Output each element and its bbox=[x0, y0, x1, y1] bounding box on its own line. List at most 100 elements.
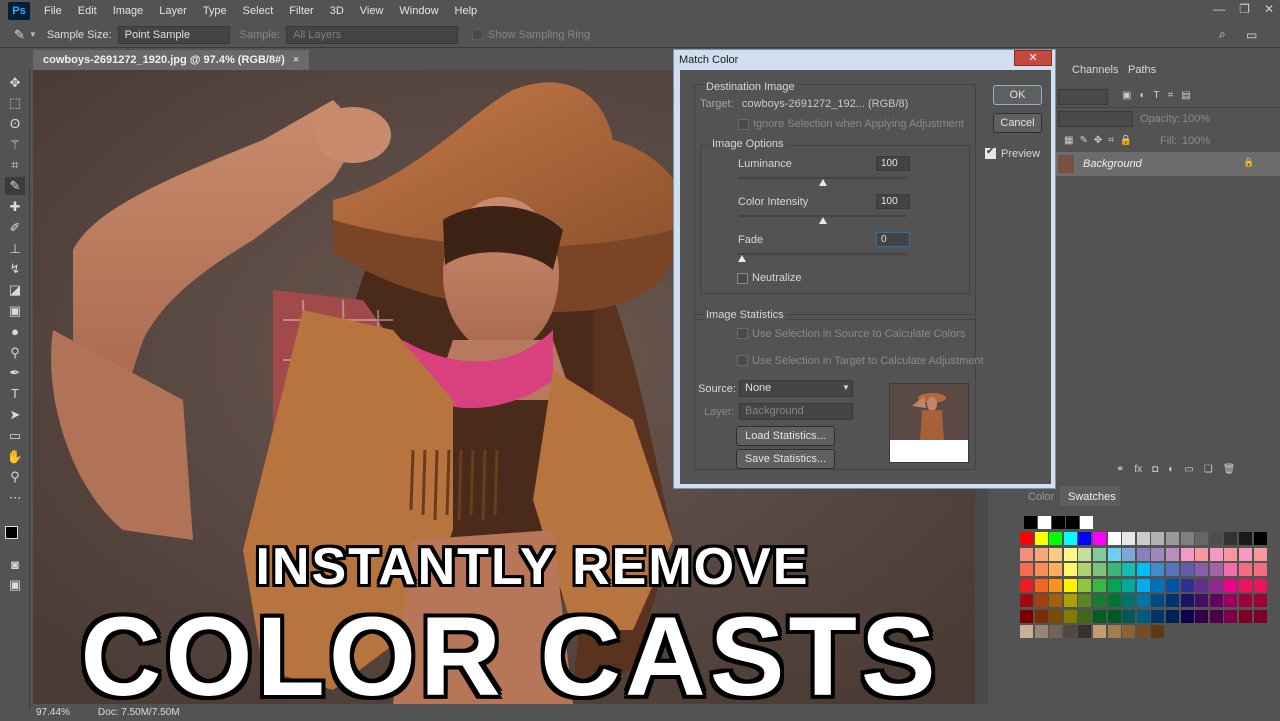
blend-mode-select[interactable] bbox=[1058, 111, 1133, 127]
tab-color[interactable]: Color bbox=[1028, 491, 1054, 503]
palette-swatch[interactable] bbox=[1122, 532, 1136, 545]
blur-tool-icon[interactable]: ● bbox=[5, 323, 25, 341]
document-tab[interactable]: cowboys-2691272_1920.jpg @ 97.4% (RGB/8#… bbox=[33, 50, 310, 70]
sample-select[interactable]: All Layers bbox=[286, 25, 458, 44]
palette-swatch[interactable] bbox=[1063, 609, 1077, 623]
palette-swatch[interactable] bbox=[1034, 609, 1048, 623]
close-icon[interactable]: ✕ bbox=[1264, 2, 1274, 16]
fade-input[interactable]: 0 bbox=[876, 232, 910, 247]
palette-swatch[interactable] bbox=[1078, 563, 1092, 576]
palette-swatch[interactable] bbox=[1093, 609, 1106, 623]
crop-tool-icon[interactable]: ⌗ bbox=[5, 156, 25, 174]
ignore-selection-checkbox[interactable] bbox=[738, 119, 749, 130]
palette-swatch[interactable] bbox=[1136, 547, 1150, 561]
palette-swatch[interactable] bbox=[1253, 547, 1267, 561]
magic-wand-tool-icon[interactable]: ⚚ bbox=[5, 136, 25, 154]
palette-swatch[interactable] bbox=[1078, 578, 1092, 592]
palette-swatch[interactable] bbox=[1224, 578, 1238, 592]
add-mask-icon[interactable]: ◘ bbox=[1152, 464, 1158, 475]
palette-swatch[interactable] bbox=[1078, 594, 1092, 607]
palette-swatch[interactable] bbox=[1253, 563, 1267, 576]
palette-swatch[interactable] bbox=[1063, 547, 1077, 561]
new-group-icon[interactable]: ▭ bbox=[1184, 464, 1193, 475]
palette-swatch[interactable] bbox=[1063, 532, 1077, 545]
layer-kind-select[interactable] bbox=[1058, 89, 1108, 105]
palette-swatch[interactable] bbox=[1195, 563, 1209, 576]
menu-filter[interactable]: Filter bbox=[281, 0, 321, 22]
palette-swatch[interactable] bbox=[1166, 563, 1179, 576]
menu-image[interactable]: Image bbox=[105, 0, 152, 22]
delete-layer-icon[interactable]: 🗑 bbox=[1223, 464, 1236, 475]
palette-swatch[interactable] bbox=[1063, 578, 1077, 592]
cancel-button[interactable]: Cancel bbox=[993, 113, 1042, 133]
search-icon[interactable]: ⌕ bbox=[1219, 27, 1226, 42]
neutralize-checkbox[interactable] bbox=[737, 273, 748, 284]
zoom-tool-icon[interactable]: ⚲ bbox=[5, 468, 25, 486]
palette-swatch[interactable] bbox=[1122, 547, 1136, 561]
palette-swatch[interactable] bbox=[1063, 625, 1077, 638]
palette-swatch[interactable] bbox=[1180, 578, 1194, 592]
luminance-slider-thumb[interactable] bbox=[819, 179, 827, 186]
palette-swatch[interactable] bbox=[1122, 609, 1136, 623]
palette-swatch[interactable] bbox=[1209, 547, 1223, 561]
workspace-icon[interactable]: ▭ bbox=[1246, 28, 1257, 42]
load-statistics-button[interactable]: Load Statistics... bbox=[736, 426, 835, 446]
marquee-tool-icon[interactable]: ⬚ bbox=[5, 94, 25, 112]
palette-swatch[interactable] bbox=[1166, 578, 1179, 592]
palette-swatch[interactable] bbox=[1166, 594, 1179, 607]
save-statistics-button[interactable]: Save Statistics... bbox=[736, 449, 835, 469]
history-brush-tool-icon[interactable]: ↯ bbox=[5, 260, 25, 278]
healing-brush-tool-icon[interactable]: ✚ bbox=[5, 198, 25, 216]
palette-swatch[interactable] bbox=[1107, 594, 1121, 607]
path-selection-tool-icon[interactable]: ➤ bbox=[5, 406, 25, 424]
layer-select[interactable]: Background bbox=[739, 403, 853, 420]
more-tools-icon[interactable]: ⋯ bbox=[5, 489, 25, 507]
palette-swatch[interactable] bbox=[1224, 532, 1238, 545]
palette-swatch[interactable] bbox=[1253, 609, 1267, 623]
sample-size-select[interactable]: Point Sample bbox=[117, 25, 230, 44]
palette-swatch[interactable] bbox=[1224, 594, 1238, 607]
palette-swatch[interactable] bbox=[1224, 563, 1238, 576]
palette-swatch[interactable] bbox=[1136, 563, 1150, 576]
palette-swatch[interactable] bbox=[1078, 625, 1092, 638]
color-intensity-slider-thumb[interactable] bbox=[819, 217, 827, 224]
palette-swatch[interactable] bbox=[1239, 547, 1252, 561]
palette-swatch[interactable] bbox=[1107, 609, 1121, 623]
palette-swatch[interactable] bbox=[1093, 532, 1106, 545]
palette-swatch[interactable] bbox=[1107, 625, 1121, 638]
fade-slider-thumb[interactable] bbox=[738, 255, 746, 262]
ok-button[interactable]: OK bbox=[993, 85, 1042, 105]
recent-swatch[interactable] bbox=[1066, 516, 1079, 529]
menu-3d[interactable]: 3D bbox=[322, 0, 352, 22]
recent-swatch[interactable] bbox=[1080, 516, 1093, 529]
palette-swatch[interactable] bbox=[1239, 594, 1252, 607]
eyedropper-tool-icon[interactable]: ✎ bbox=[5, 177, 25, 195]
move-tool-icon[interactable]: ✥ bbox=[5, 74, 25, 92]
use-target-selection-checkbox[interactable] bbox=[737, 355, 748, 366]
minimize-icon[interactable]: — bbox=[1213, 2, 1225, 16]
close-tab-icon[interactable]: × bbox=[293, 54, 299, 66]
palette-swatch[interactable] bbox=[1049, 625, 1063, 638]
layer-row-background[interactable]: Background 🔒 bbox=[1056, 152, 1280, 176]
palette-swatch[interactable] bbox=[1195, 578, 1209, 592]
menu-select[interactable]: Select bbox=[235, 0, 282, 22]
palette-swatch[interactable] bbox=[1093, 594, 1106, 607]
palette-swatch[interactable] bbox=[1151, 532, 1165, 545]
palette-swatch[interactable] bbox=[1093, 578, 1106, 592]
palette-swatch[interactable] bbox=[1107, 578, 1121, 592]
menu-layer[interactable]: Layer bbox=[151, 0, 195, 22]
palette-swatch[interactable] bbox=[1049, 609, 1063, 623]
palette-swatch[interactable] bbox=[1239, 609, 1252, 623]
palette-swatch[interactable] bbox=[1195, 547, 1209, 561]
chevron-down-icon[interactable]: ▼ bbox=[29, 30, 37, 39]
palette-swatch[interactable] bbox=[1034, 625, 1048, 638]
palette-swatch[interactable] bbox=[1253, 594, 1267, 607]
palette-swatch[interactable] bbox=[1107, 532, 1121, 545]
type-tool-icon[interactable]: T bbox=[5, 385, 25, 403]
palette-swatch[interactable] bbox=[1209, 609, 1223, 623]
palette-swatch[interactable] bbox=[1063, 563, 1077, 576]
brush-tool-icon[interactable]: ✐ bbox=[5, 219, 25, 237]
palette-swatch[interactable] bbox=[1224, 609, 1238, 623]
menu-help[interactable]: Help bbox=[447, 0, 486, 22]
palette-swatch[interactable] bbox=[1180, 532, 1194, 545]
